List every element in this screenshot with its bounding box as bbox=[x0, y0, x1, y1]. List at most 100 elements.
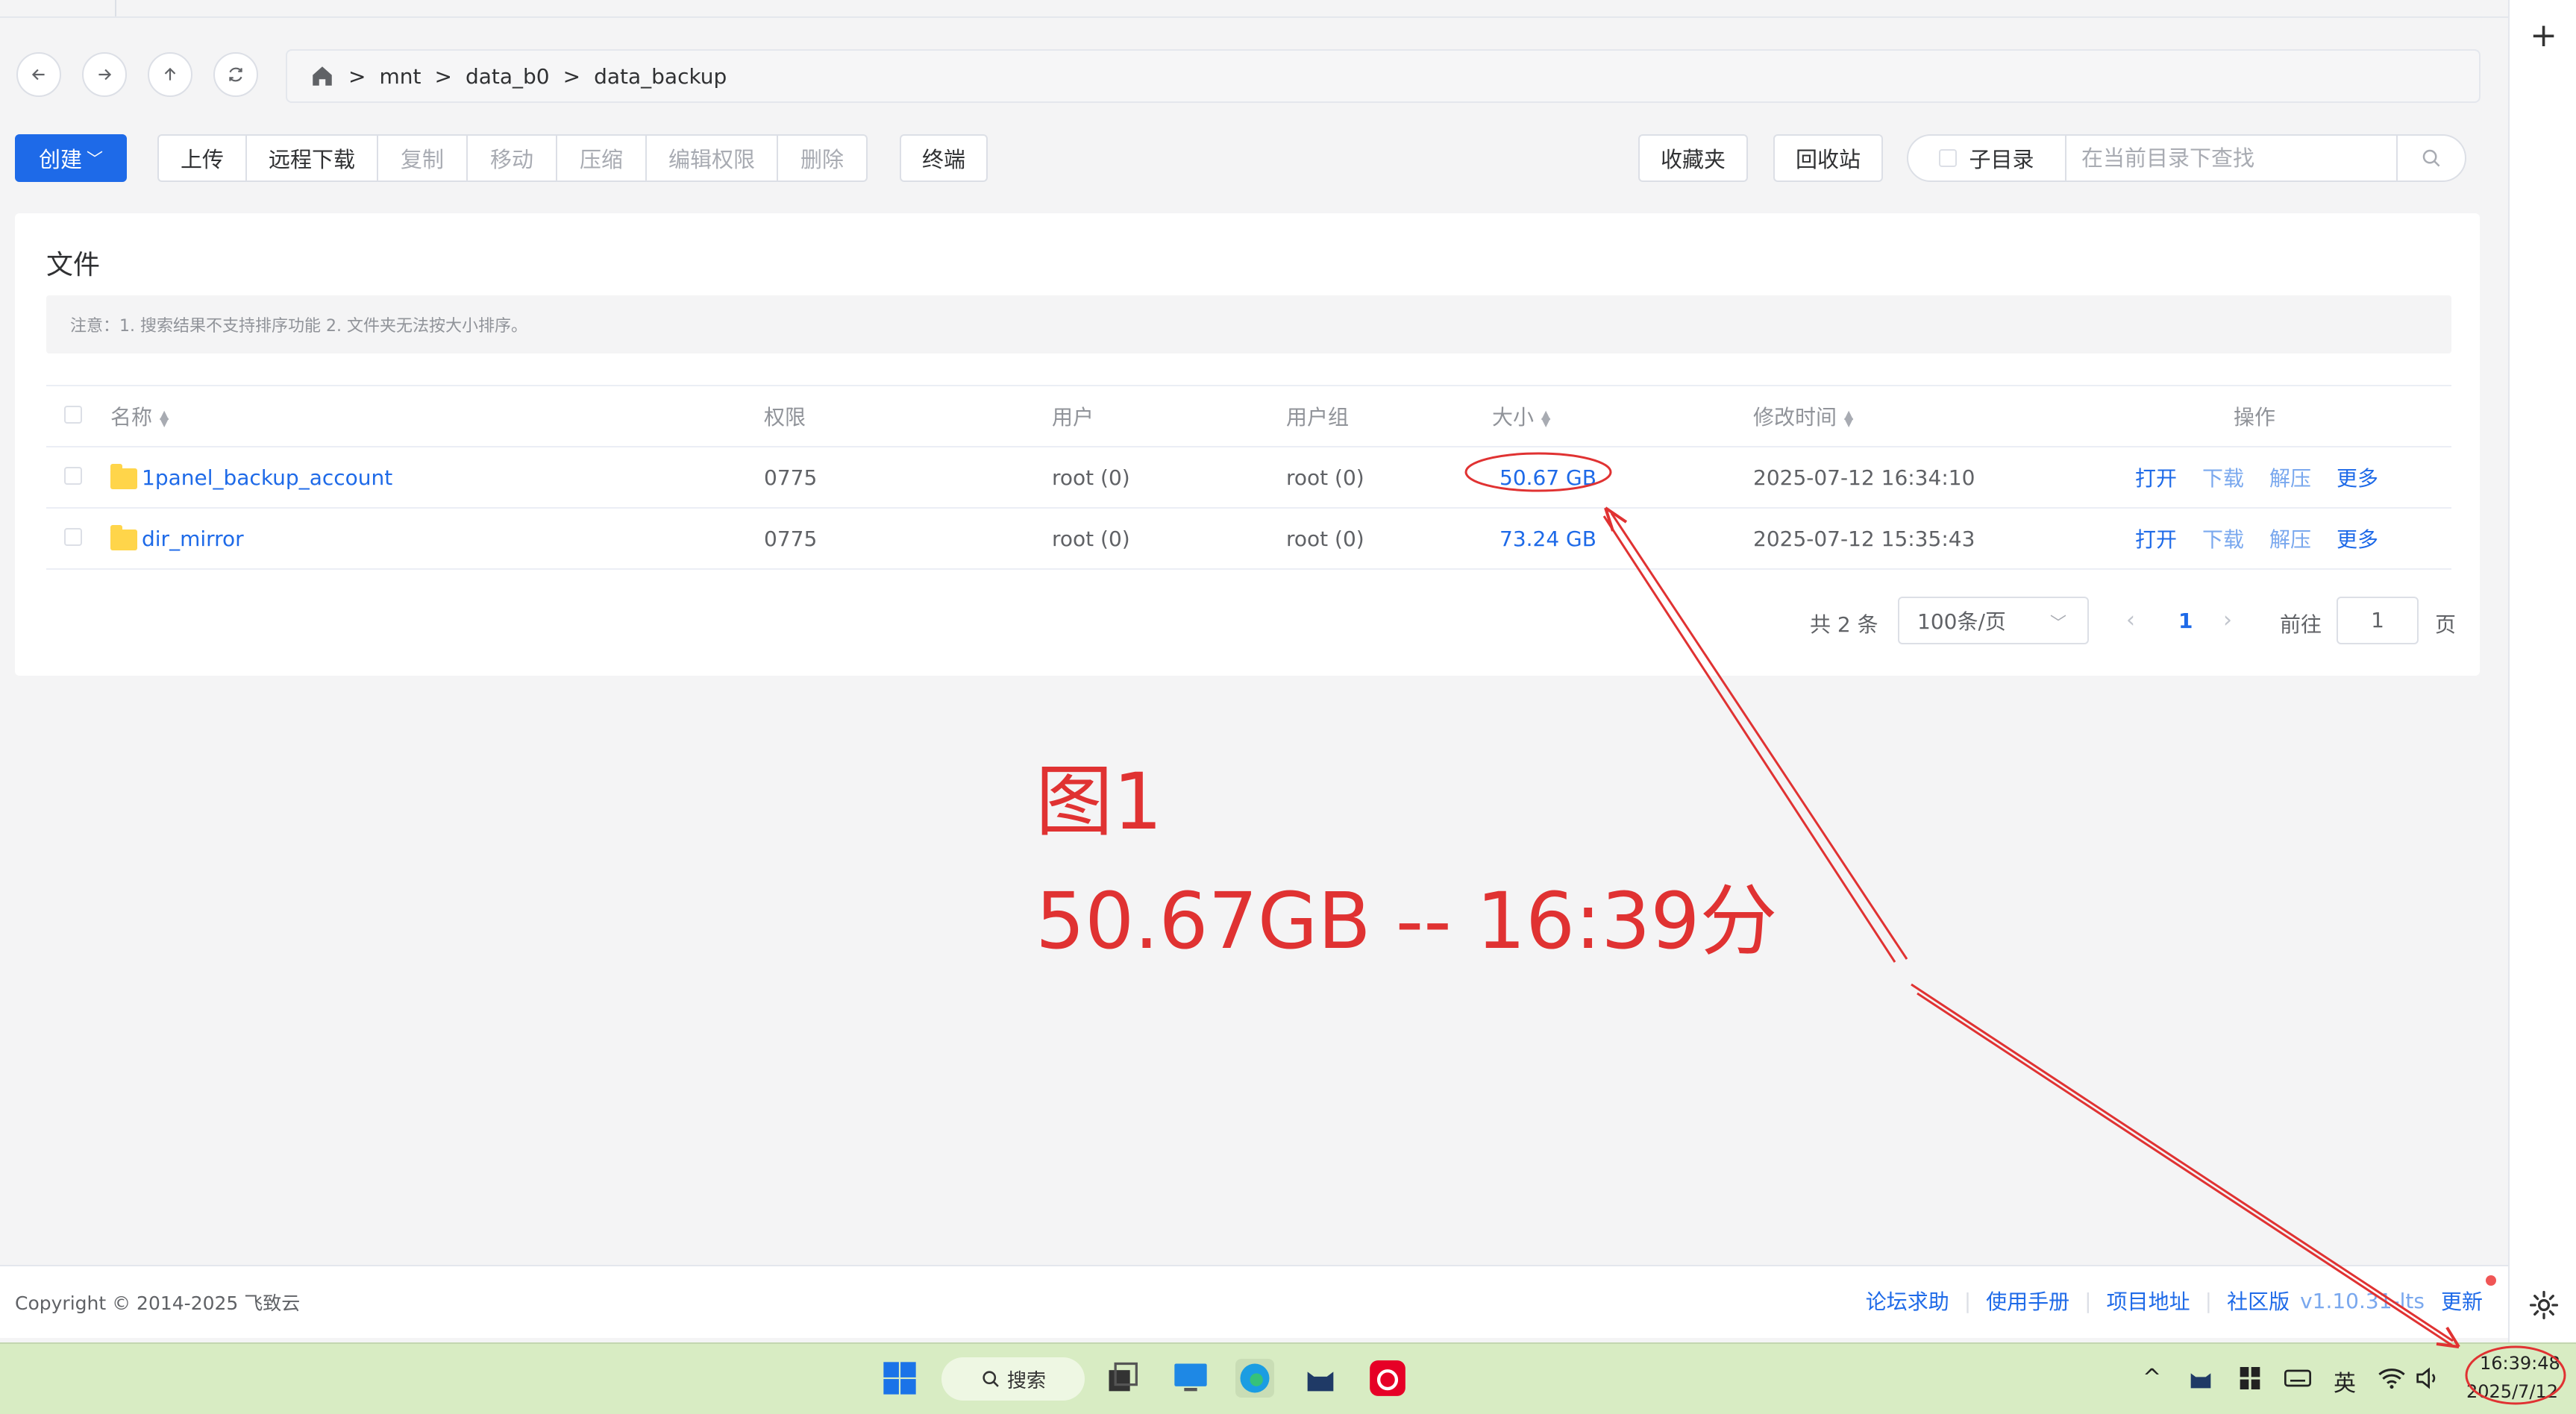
chevron-down-icon: ﹀ bbox=[87, 151, 104, 169]
edit-permission-button[interactable]: 编辑权限 bbox=[645, 134, 778, 182]
next-page-icon[interactable]: › bbox=[2223, 607, 2232, 633]
breadcrumb-separator: > bbox=[348, 63, 366, 89]
goto-label: 前往 bbox=[2280, 612, 2322, 637]
home-icon[interactable] bbox=[310, 63, 335, 89]
select-all-checkbox[interactable] bbox=[64, 405, 82, 424]
terminal-button[interactable]: 终端 bbox=[900, 134, 988, 182]
recycle-bin-button[interactable]: 回收站 bbox=[1773, 134, 1883, 182]
remote-desktop-icon[interactable] bbox=[1171, 1359, 1210, 1398]
upload-button[interactable]: 上传 bbox=[157, 134, 247, 182]
forum-link[interactable]: 论坛求助 bbox=[1866, 1286, 1949, 1316]
project-link[interactable]: 项目地址 bbox=[2107, 1286, 2190, 1316]
cat-app-icon[interactable] bbox=[1301, 1359, 1340, 1398]
volume-icon[interactable] bbox=[2413, 1363, 2442, 1393]
breadcrumb-data-b0[interactable]: data_b0 bbox=[466, 64, 550, 89]
more-link[interactable]: 更多 bbox=[2337, 527, 2378, 552]
favorites-button[interactable]: 收藏夹 bbox=[1638, 134, 1748, 182]
table-header: 名称 ▲ ▼ 权限 用户 用户组 大小 ▲ ▼ 修改时间 ▲ ▼ 操作 bbox=[46, 385, 2451, 447]
search-input[interactable] bbox=[2066, 136, 2396, 180]
col-mtime[interactable]: 修改时间 bbox=[1753, 405, 1837, 430]
copy-button[interactable]: 复制 bbox=[377, 134, 468, 182]
plus-icon[interactable]: + bbox=[2510, 16, 2576, 54]
notice-banner: 注意：1. 搜索结果不支持排序功能 2. 文件夹无法按大小排序。 bbox=[46, 295, 2451, 354]
search-box: 子目录 bbox=[1907, 134, 2466, 182]
table-row: 1panel_backup_account 0775 root (0) root… bbox=[46, 447, 2451, 509]
gear-icon[interactable] bbox=[2528, 1289, 2560, 1322]
edition-link[interactable]: 社区版 bbox=[2227, 1286, 2290, 1316]
update-link[interactable]: 更新 bbox=[2441, 1275, 2497, 1316]
ime-indicator[interactable]: 英 bbox=[2334, 1365, 2356, 1398]
remote-download-button[interactable]: 远程下载 bbox=[245, 134, 378, 182]
mtime-cell: 2025-07-12 16:34:10 bbox=[1753, 447, 2111, 509]
file-name-link[interactable]: dir_mirror bbox=[142, 527, 244, 551]
divider: | bbox=[2084, 1288, 2092, 1313]
subdir-checkbox[interactable]: 子目录 bbox=[1908, 136, 2066, 180]
more-link[interactable]: 更多 bbox=[2337, 466, 2378, 491]
breadcrumb-mnt[interactable]: mnt bbox=[379, 64, 421, 89]
file-action-group: 上传 远程下载 复制 移动 压缩 编辑权限 删除 bbox=[157, 134, 868, 182]
create-button[interactable]: 创建 ﹀ bbox=[15, 134, 127, 182]
wifi-icon[interactable] bbox=[2377, 1363, 2407, 1393]
row-checkbox[interactable] bbox=[64, 527, 82, 546]
taskbar-search-label: 搜索 bbox=[1006, 1369, 1046, 1392]
sort-icon[interactable]: ▲ ▼ bbox=[1541, 409, 1550, 428]
cat-tray-icon[interactable] bbox=[2186, 1363, 2216, 1393]
keyboard-icon[interactable] bbox=[2283, 1363, 2313, 1393]
page-unit-label: 页 bbox=[2435, 612, 2457, 637]
taskbar-search-button[interactable]: 搜索 bbox=[941, 1357, 1085, 1401]
arrow-left-icon bbox=[31, 69, 45, 81]
clock-date[interactable]: 2025/7/12 bbox=[2466, 1381, 2558, 1402]
footer-links: 论坛求助 | 使用手册 | 项目地址 | 社区版 v1.10.31-lts 更新 bbox=[1866, 1275, 2497, 1316]
page-size-select[interactable]: 100条/页 ﹀ bbox=[1898, 597, 2089, 644]
group-cell: root (0) bbox=[1286, 508, 1492, 570]
open-link[interactable]: 打开 bbox=[2135, 466, 2177, 491]
arrow-up-icon bbox=[164, 67, 176, 81]
prev-page-icon[interactable]: ‹ bbox=[2126, 607, 2135, 633]
up-button[interactable] bbox=[148, 52, 192, 97]
sort-icon[interactable]: ▲ ▼ bbox=[1844, 409, 1853, 428]
refresh-button[interactable] bbox=[213, 52, 258, 97]
extract-link[interactable]: 解压 bbox=[2269, 466, 2311, 491]
back-button[interactable] bbox=[16, 52, 61, 97]
breadcrumb-data-backup[interactable]: data_backup bbox=[594, 64, 727, 89]
search-button[interactable] bbox=[2396, 136, 2465, 180]
annotation-title: 图1 bbox=[1035, 756, 1163, 847]
compress-button[interactable]: 压缩 bbox=[556, 134, 647, 182]
group-cell: root (0) bbox=[1286, 447, 1492, 509]
subdir-label: 子目录 bbox=[1969, 147, 2034, 172]
col-user: 用户 bbox=[1052, 385, 1286, 447]
move-button[interactable]: 移动 bbox=[466, 134, 557, 182]
row-checkbox[interactable] bbox=[64, 466, 82, 485]
bookmark-tray-icon[interactable] bbox=[2235, 1363, 2265, 1393]
taskbar: 搜索 ^ 英 16:39:48 2025/7/12 bbox=[0, 1342, 2576, 1414]
download-link[interactable]: 下载 bbox=[2202, 466, 2244, 491]
edge-browser-icon[interactable] bbox=[1235, 1359, 1274, 1398]
task-view-icon[interactable] bbox=[1104, 1359, 1143, 1398]
download-link[interactable]: 下载 bbox=[2202, 527, 2244, 552]
chevron-up-icon[interactable]: ^ bbox=[2143, 1365, 2161, 1391]
divider: | bbox=[2204, 1288, 2213, 1313]
extract-link[interactable]: 解压 bbox=[2269, 527, 2311, 552]
size-link[interactable]: 50.67 GB bbox=[1499, 465, 1596, 490]
page-size-value: 100条/页 bbox=[1917, 609, 2006, 634]
manual-link[interactable]: 使用手册 bbox=[1986, 1286, 2069, 1316]
sort-icon[interactable]: ▲ ▼ bbox=[160, 409, 169, 428]
file-table: 名称 ▲ ▼ 权限 用户 用户组 大小 ▲ ▼ 修改时间 ▲ ▼ 操作 1panel_bac… bbox=[46, 385, 2451, 570]
col-group: 用户组 bbox=[1286, 385, 1492, 447]
clock-time[interactable]: 16:39:48 bbox=[2480, 1353, 2560, 1374]
copyright-text: Copyright © 2014-2025 飞致云 bbox=[15, 1292, 301, 1314]
open-link[interactable]: 打开 bbox=[2135, 527, 2177, 552]
netease-music-icon[interactable] bbox=[1368, 1359, 1407, 1398]
file-name-link[interactable]: 1panel_backup_account bbox=[142, 465, 392, 490]
col-name[interactable]: 名称 bbox=[110, 405, 152, 430]
size-link[interactable]: 73.24 GB bbox=[1499, 527, 1596, 551]
folder-icon bbox=[110, 463, 137, 489]
delete-button[interactable]: 删除 bbox=[777, 134, 868, 182]
table-row: dir_mirror 0775 root (0) root (0) 73.24 … bbox=[46, 508, 2451, 570]
checkbox[interactable] bbox=[1939, 149, 1958, 167]
page-input[interactable]: 1 bbox=[2337, 597, 2419, 644]
windows-start-icon[interactable] bbox=[880, 1359, 919, 1398]
current-page[interactable]: 1 bbox=[2178, 609, 2193, 633]
col-size[interactable]: 大小 bbox=[1492, 405, 1534, 430]
forward-button[interactable] bbox=[82, 52, 127, 97]
